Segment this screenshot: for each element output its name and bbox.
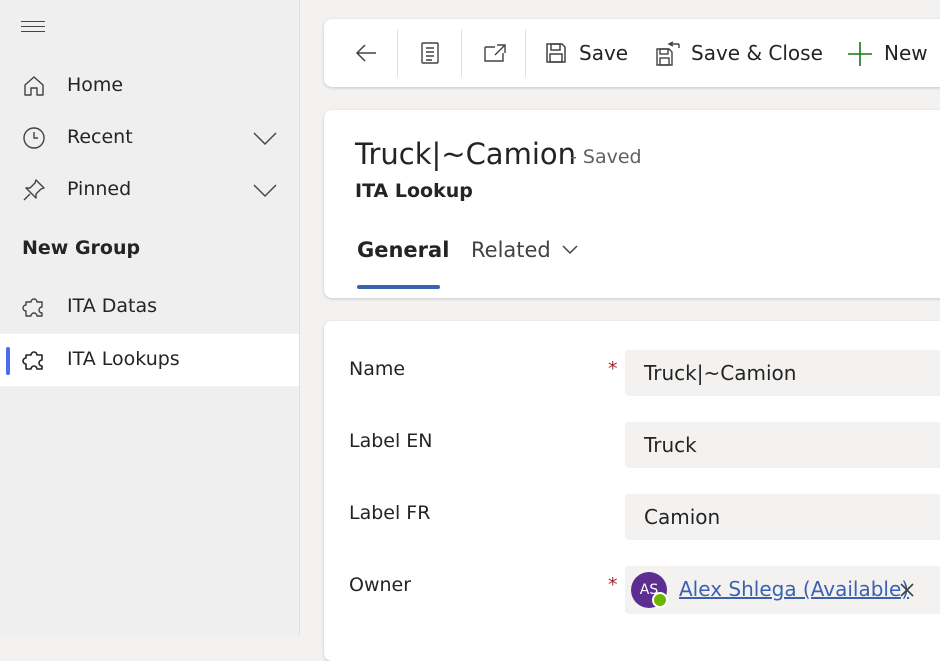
back-arrow-icon (355, 44, 376, 62)
sidebar-item-ita-datas[interactable]: ITA Datas (0, 281, 299, 333)
sidebar-item-label: ITA Datas (67, 295, 158, 317)
owner-lookup-field[interactable]: AS Alex Shlega (Available) (625, 566, 940, 614)
chevron-down-icon (562, 245, 578, 255)
puzzle-icon (22, 298, 43, 317)
document-icon (421, 42, 439, 64)
save-and-close-button[interactable]: Save & Close (655, 33, 825, 73)
tab-label: Related (471, 238, 551, 262)
close-icon[interactable] (897, 580, 917, 600)
general-form-section: Name * Truck|~Camion Label EN Truck Labe… (324, 321, 940, 661)
sidebar-item-label: Recent (67, 126, 133, 148)
owner-field-label: Owner (349, 574, 412, 596)
record-title: Truck|~Camion (355, 137, 577, 171)
presence-available-icon (652, 592, 668, 608)
label-fr-field-label: Label FR (349, 502, 431, 524)
divider (397, 29, 398, 77)
required-indicator: * (608, 574, 618, 596)
sidebar-item-ita-lookups[interactable]: ITA Lookups (0, 334, 299, 386)
sidebar-item-home[interactable]: Home (0, 60, 299, 112)
new-button[interactable]: New (847, 33, 940, 73)
save-and-close-icon (656, 41, 680, 66)
chevron-down-icon[interactable] (252, 178, 278, 202)
hamburger-menu-icon[interactable] (21, 18, 45, 34)
new-label: New (884, 41, 928, 65)
save-label: Save (579, 41, 629, 65)
tab-related[interactable]: Related (471, 238, 586, 290)
sidebar-group-title: New Group (22, 237, 141, 259)
label-fr-field[interactable]: Camion (625, 494, 940, 540)
owner-link[interactable]: Alex Shlega (Available) (679, 577, 909, 601)
save-button[interactable]: Save (544, 33, 644, 73)
open-in-new-window-button[interactable] (474, 33, 514, 73)
pin-icon (23, 179, 45, 201)
sidebar: Home Recent Pinned New Group ITA Datas I… (0, 0, 300, 635)
active-tab-indicator (357, 285, 440, 289)
required-indicator: * (608, 358, 618, 380)
tab-label: General (357, 238, 450, 262)
name-field-label: Name (349, 358, 406, 380)
open-in-new-window-icon (484, 44, 506, 62)
command-bar: Save Save & Close New (324, 19, 940, 87)
record-save-status: - Saved (570, 146, 642, 168)
sidebar-item-label: Home (67, 74, 124, 96)
sidebar-item-label: ITA Lookups (67, 348, 180, 370)
sidebar-item-pinned[interactable]: Pinned (0, 164, 299, 216)
clock-icon (23, 127, 45, 149)
chevron-down-icon[interactable] (252, 126, 278, 150)
name-field[interactable]: Truck|~Camion (625, 350, 940, 396)
label-en-field-label: Label EN (349, 430, 433, 452)
divider (525, 29, 526, 77)
save-and-close-label: Save & Close (691, 41, 823, 65)
back-button[interactable] (346, 33, 386, 73)
divider (461, 29, 462, 77)
label-en-field[interactable]: Truck (625, 422, 940, 468)
tab-general[interactable]: General (357, 238, 449, 290)
record-header: Truck|~Camion - Saved ITA Lookup General… (324, 110, 940, 298)
record-entity-name: ITA Lookup (355, 180, 473, 202)
save-icon (546, 43, 566, 63)
plus-icon (848, 42, 872, 66)
sidebar-item-recent[interactable]: Recent (0, 112, 299, 164)
puzzle-icon (22, 351, 43, 370)
form-view-button[interactable] (410, 33, 450, 73)
sidebar-item-label: Pinned (67, 178, 132, 200)
home-icon (24, 76, 44, 96)
